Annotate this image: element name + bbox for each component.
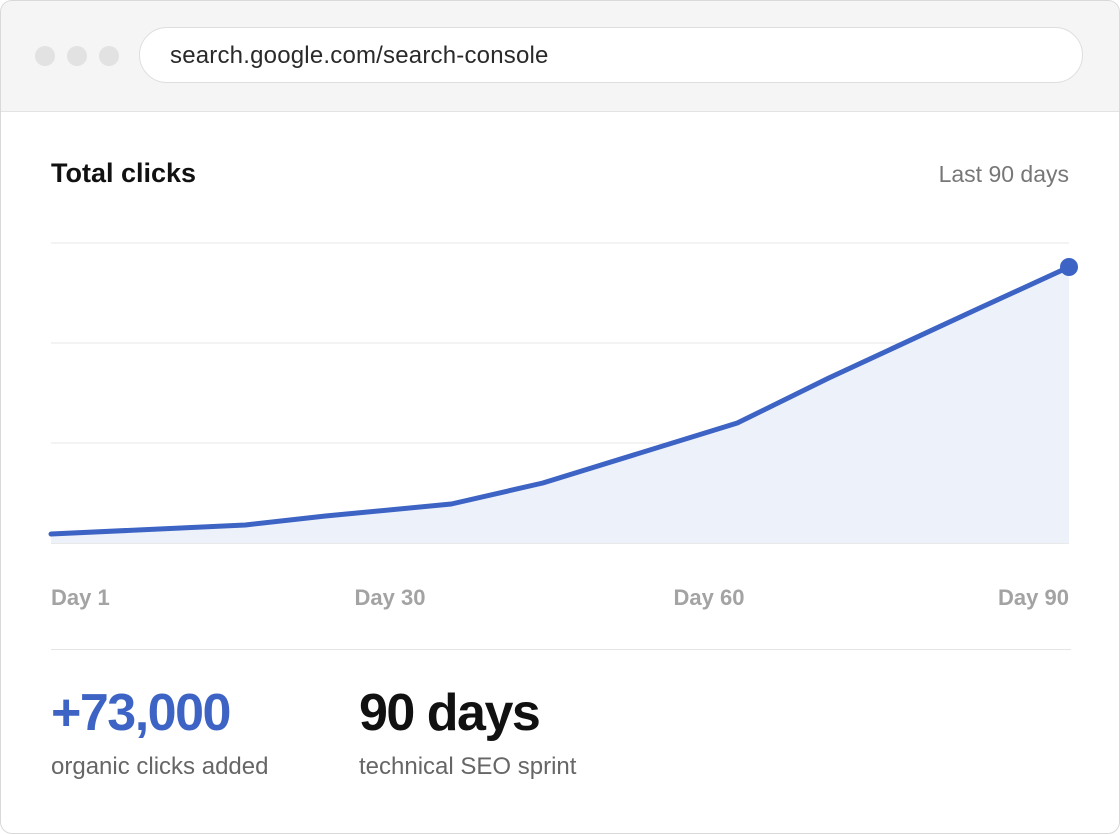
x-tick-label: Day 60 — [674, 585, 745, 610]
area-fill — [51, 267, 1069, 543]
stats-divider — [51, 649, 1071, 650]
stat-duration-value: 90 days — [359, 684, 541, 742]
stat-clicks-value: +73,000 — [51, 684, 231, 742]
end-point-marker — [1060, 258, 1078, 276]
x-tick-label: Day 1 — [51, 585, 110, 610]
stat-clicks-label: organic clicks added — [51, 753, 269, 780]
x-tick-label: Day 90 — [998, 585, 1069, 610]
clicks-chart: Day 1 Day 30 Day 60 Day 90 — [48, 242, 1078, 610]
x-tick-label: Day 30 — [355, 585, 426, 610]
browser-window: search.google.com/search-console Total c… — [0, 0, 1120, 834]
stat-duration-label: technical SEO sprint — [359, 753, 577, 780]
